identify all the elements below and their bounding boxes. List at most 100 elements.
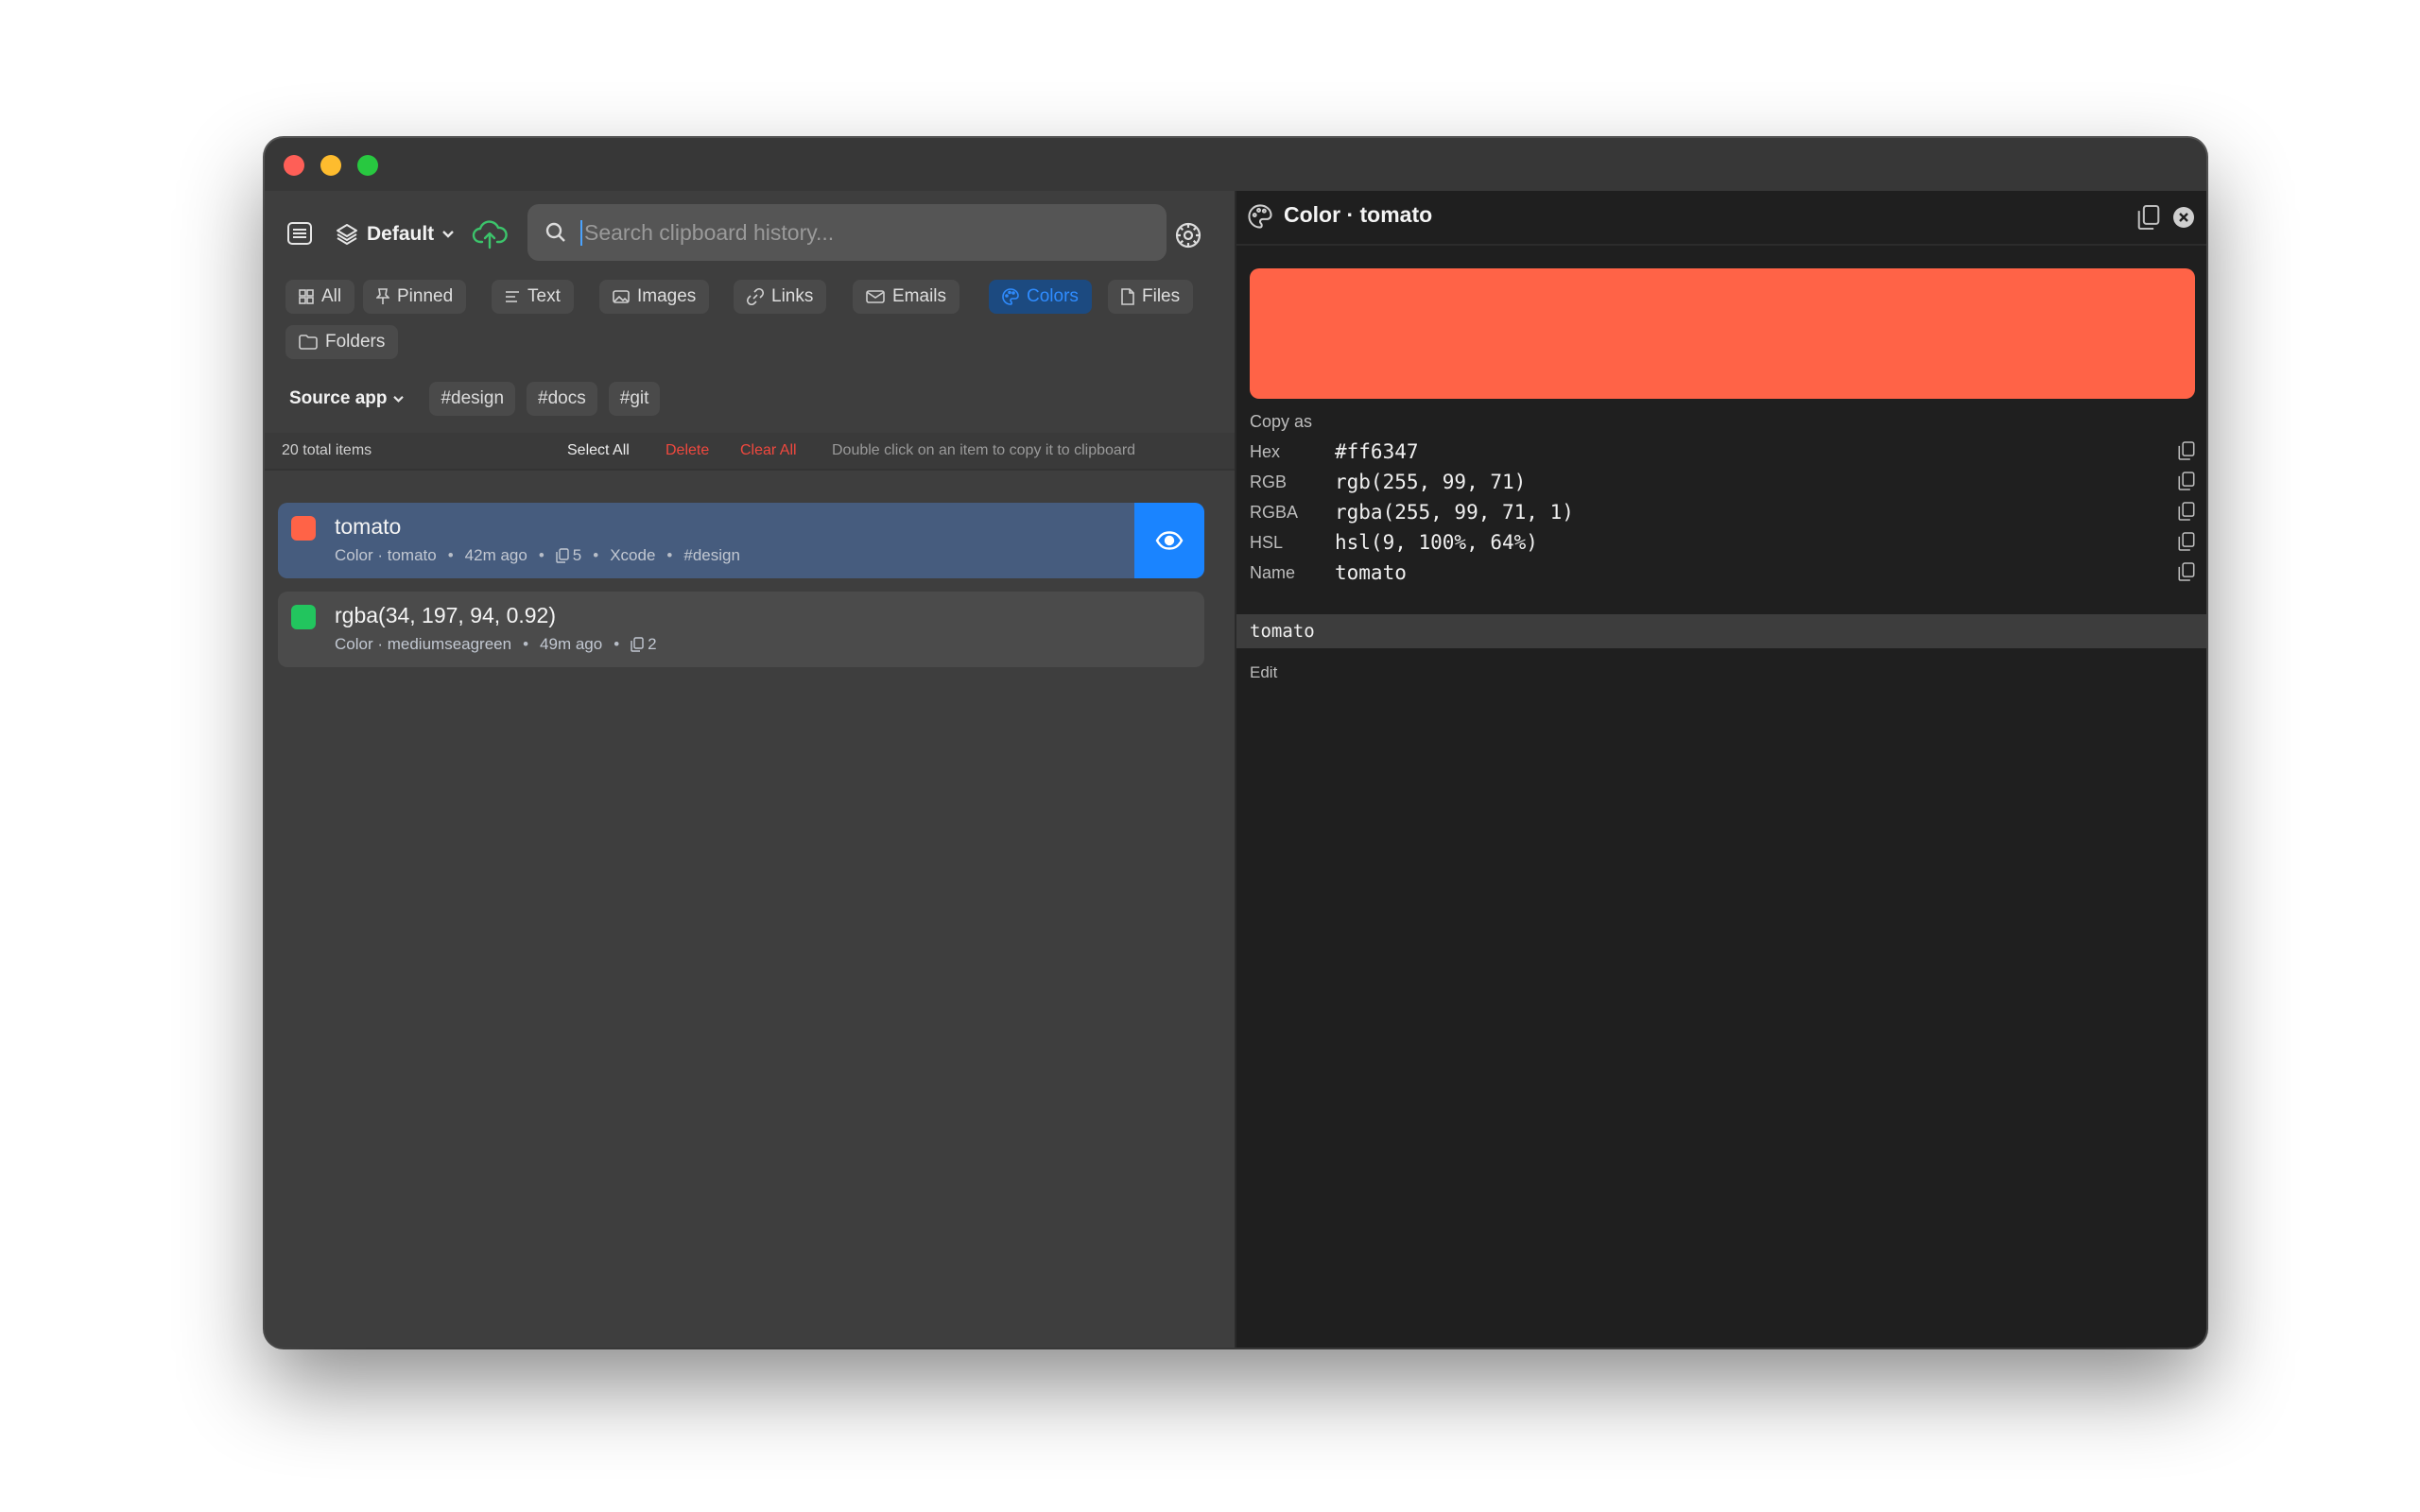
edit-button[interactable]: Edit: [1250, 663, 1277, 682]
copy-icon[interactable]: [2178, 531, 2195, 552]
item-meta: Color · tomato • 42m ago • 5 • Xcode • #…: [335, 546, 740, 565]
detail-title: Color · tomato: [1284, 202, 1433, 227]
preview-button[interactable]: [1134, 503, 1204, 578]
copy-icon[interactable]: [2178, 501, 2195, 522]
eye-icon: [1155, 531, 1184, 550]
copy-icon[interactable]: [2178, 471, 2195, 491]
cloud-upload-icon: [472, 220, 508, 249]
tag-filter-bar: Source app #design #docs #git: [285, 380, 661, 418]
envelope-icon: [866, 290, 885, 303]
format-value: rgba(255, 99, 71, 1): [1335, 501, 1574, 524]
color-swatch: [291, 516, 316, 541]
list-status-bar: 20 total items Select All Delete Clear A…: [265, 433, 1235, 471]
link-icon: [747, 288, 764, 305]
format-value: #ff6347: [1335, 440, 1419, 463]
sidebar-toggle-button[interactable]: [285, 219, 314, 248]
format-key: Name: [1250, 562, 1296, 582]
filter-label: Emails: [892, 286, 947, 306]
copy-icon[interactable]: [2137, 204, 2160, 231]
copy-as-label: Copy as: [1250, 412, 1313, 431]
item-title: tomato: [335, 514, 402, 539]
zoom-window-button[interactable]: [357, 155, 378, 176]
layers-icon: [337, 224, 357, 245]
filter-chip-images[interactable]: Images: [599, 280, 710, 314]
item-tag: #design: [683, 546, 740, 564]
format-row-hsl: HSL hsl(9, 100%, 64%): [1250, 527, 2195, 558]
search-bar[interactable]: [527, 204, 1167, 261]
filter-chip-text[interactable]: Text: [492, 280, 574, 314]
title-bar: [265, 138, 2206, 191]
filter-label: Files: [1142, 286, 1181, 306]
close-window-button[interactable]: [284, 155, 304, 176]
history-pane: Default All Pinned Text: [265, 191, 1235, 1348]
format-value: rgb(255, 99, 71): [1335, 471, 1527, 493]
list-item[interactable]: rgba(34, 197, 94, 0.92) Color · mediumse…: [278, 592, 1204, 667]
copy-count: 5: [556, 546, 581, 565]
format-row-name: Name tomato: [1250, 558, 2195, 588]
filter-chip-files[interactable]: Files: [1108, 280, 1194, 314]
item-source-app: Xcode: [610, 546, 656, 564]
detail-header: Color · tomato: [1236, 191, 2206, 246]
palette-icon: [1248, 204, 1272, 229]
item-age: 49m ago: [540, 635, 603, 653]
format-row-rgba: RGBA rgba(255, 99, 71, 1): [1250, 497, 2195, 527]
tag-chip-docs[interactable]: #docs: [527, 382, 597, 416]
source-app-dropdown[interactable]: Source app: [285, 388, 418, 409]
tag-chip-design[interactable]: #design: [429, 382, 516, 416]
clear-all-button[interactable]: Clear All: [740, 442, 797, 459]
delete-button[interactable]: Delete: [666, 442, 709, 459]
item-title: rgba(34, 197, 94, 0.92): [335, 603, 556, 627]
copy-icon: [631, 637, 644, 652]
detail-pane: Color · tomato Copy as Hex #ff6347 RGB r…: [1235, 191, 2206, 1348]
app-window: Default All Pinned Text: [265, 138, 2206, 1348]
pin-icon: [376, 288, 389, 304]
filter-label: Folders: [325, 332, 386, 352]
filter-label: Images: [637, 286, 697, 306]
filter-chip-all[interactable]: All: [285, 280, 355, 314]
close-icon[interactable]: [2172, 206, 2195, 229]
select-all-button[interactable]: Select All: [567, 442, 630, 459]
copy-hint: Double click on an item to copy it to cl…: [832, 442, 1136, 458]
list-item[interactable]: tomato Color · tomato • 42m ago • 5 • Xc…: [278, 503, 1204, 578]
filter-label: Links: [771, 286, 814, 306]
search-icon: [545, 222, 565, 242]
image-icon: [613, 290, 630, 303]
format-value: hsl(9, 100%, 64%): [1335, 531, 1538, 554]
copy-icon[interactable]: [2178, 440, 2195, 461]
sync-button[interactable]: [471, 215, 509, 253]
filter-chip-colors[interactable]: Colors: [989, 280, 1092, 314]
format-row-hex: Hex #ff6347: [1250, 437, 2195, 467]
format-key: RGBA: [1250, 502, 1299, 522]
item-meta: Color · mediumseagreen • 49m ago • 2: [335, 635, 657, 654]
filter-label: Pinned: [397, 286, 454, 306]
filter-label: All: [321, 286, 342, 306]
filter-chip-folders[interactable]: Folders: [285, 325, 399, 359]
profile-selector[interactable]: Default: [335, 215, 455, 253]
chevron-down-icon: [442, 231, 455, 238]
total-items-count: 20 total items: [282, 442, 372, 458]
filter-label: Text: [527, 286, 561, 306]
sidebar-icon: [287, 222, 312, 245]
format-key: Hex: [1250, 441, 1281, 461]
format-key: HSL: [1250, 532, 1284, 552]
palette-icon: [1002, 288, 1019, 305]
color-swatch: [291, 605, 316, 629]
settings-button[interactable]: [1168, 215, 1208, 255]
filter-chip-pinned[interactable]: Pinned: [363, 280, 467, 314]
filter-chip-links[interactable]: Links: [734, 280, 827, 314]
copy-icon[interactable]: [2178, 561, 2195, 582]
item-age: 42m ago: [464, 546, 527, 564]
copy-count: 2: [631, 635, 657, 654]
item-kind: Color · mediumseagreen: [335, 635, 512, 653]
folder-icon: [299, 335, 318, 350]
source-app-label: Source app: [289, 388, 388, 408]
filter-chip-emails[interactable]: Emails: [853, 280, 960, 314]
tag-chip-git[interactable]: #git: [608, 382, 661, 416]
search-input[interactable]: [580, 219, 1129, 246]
filter-label: Colors: [1027, 286, 1079, 306]
minimize-window-button[interactable]: [320, 155, 341, 176]
profile-label: Default: [367, 223, 435, 245]
color-name-field[interactable]: tomato: [1236, 614, 2206, 648]
gear-icon: [1175, 222, 1201, 249]
format-value: tomato: [1335, 561, 1407, 584]
